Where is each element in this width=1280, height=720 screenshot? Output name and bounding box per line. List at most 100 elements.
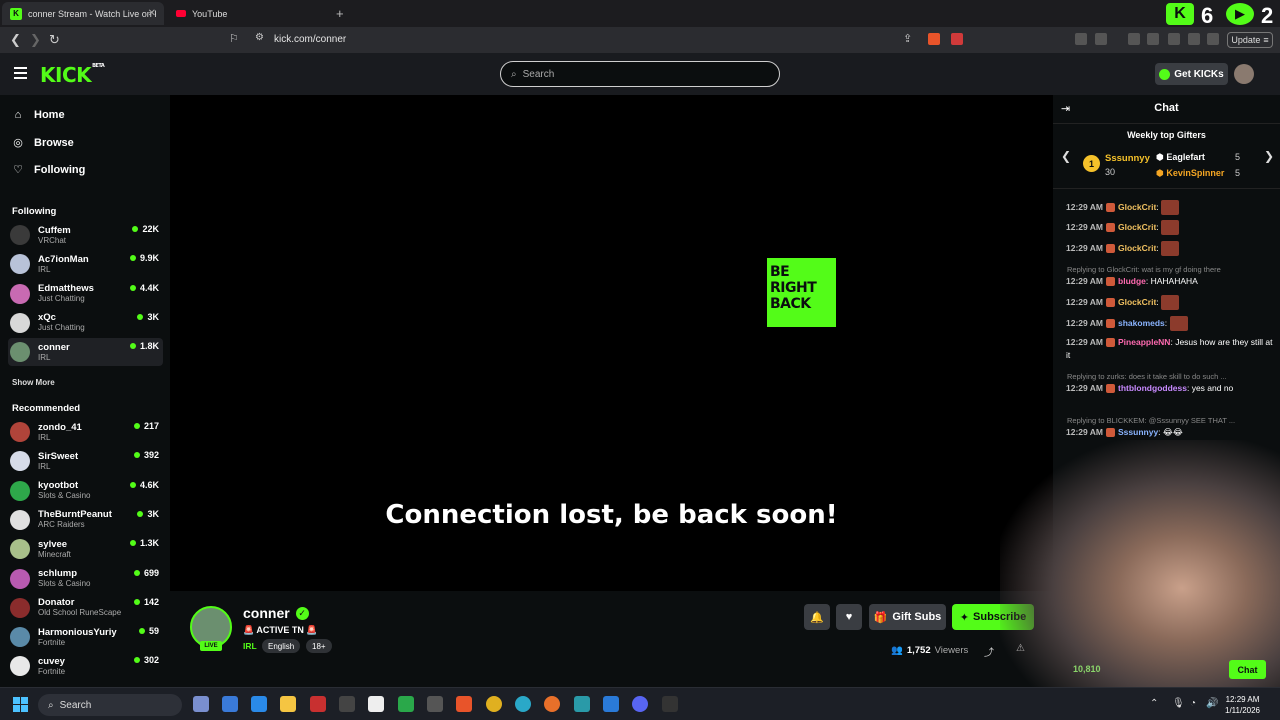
brave-shield-icon[interactable] bbox=[928, 33, 940, 45]
mic-icon[interactable]: 🎙 bbox=[1172, 698, 1185, 709]
vscode-icon[interactable] bbox=[603, 696, 619, 712]
forward-icon[interactable]: ❯ bbox=[30, 32, 41, 48]
video-player[interactable]: BE RIGHT BACK Connection lost, be back s… bbox=[170, 95, 1053, 591]
browser-tab-youtube[interactable]: YouTube bbox=[168, 2, 330, 25]
vpn-icon[interactable] bbox=[1207, 33, 1219, 45]
chat-username[interactable]: GlockCrit bbox=[1118, 222, 1156, 232]
app-icon[interactable] bbox=[574, 696, 590, 712]
edge-icon[interactable] bbox=[515, 696, 531, 712]
gift-subs-button[interactable]: 🎁 Gift Subs bbox=[869, 604, 946, 630]
chat-username[interactable]: thtblondgoddess bbox=[1118, 383, 1187, 393]
tray-chevron-icon[interactable]: ⌃ bbox=[1150, 698, 1158, 709]
wifi-icon[interactable]: ◔ bbox=[1190, 698, 1196, 709]
chat-message[interactable]: 12:29 AM Sssunnyy: 😂😂 bbox=[1066, 426, 1274, 439]
show-more-link[interactable]: Show More bbox=[12, 378, 55, 387]
chat-username[interactable]: Sssunnyy bbox=[1118, 427, 1158, 437]
taskbar-clock[interactable]: 12:29 AM 1/11/2026 bbox=[1225, 694, 1260, 716]
chat-username[interactable]: bludge bbox=[1118, 276, 1146, 286]
chat-message[interactable]: 12:29 AM shakomeds: bbox=[1066, 316, 1274, 331]
app-icon[interactable] bbox=[427, 696, 443, 712]
bookmark-icon[interactable]: ⚐ bbox=[229, 32, 239, 45]
app-icon[interactable] bbox=[222, 696, 238, 712]
chat-message[interactable]: 12:29 AM bludge: HAHAHAHA bbox=[1066, 275, 1274, 288]
chat-message[interactable]: 12:29 AM PineappleNN: Jesus how are they … bbox=[1066, 336, 1274, 362]
sidebar-nav-home[interactable]: ⌂ Home bbox=[12, 109, 65, 121]
chat-message[interactable]: 12:29 AM GlockCrit: bbox=[1066, 220, 1274, 235]
tag-language[interactable]: English bbox=[262, 639, 301, 653]
chat-send-button[interactable]: Chat bbox=[1229, 660, 1266, 679]
get-kicks-button[interactable]: Get KICKs bbox=[1155, 63, 1228, 85]
sidebar-nav-following[interactable]: ♡ Following bbox=[12, 163, 85, 177]
hamburger-menu-icon[interactable] bbox=[14, 67, 27, 82]
site-info-icon[interactable]: ⚙ bbox=[255, 32, 264, 43]
sidebar-channel-cuffem[interactable]: Cuffem VRChat 22K bbox=[8, 221, 163, 249]
sidebar-channel-edmatthews[interactable]: Edmatthews Just Chatting 4.4K bbox=[8, 280, 163, 308]
kick-logo[interactable]: KICKBETA bbox=[40, 63, 105, 87]
sidebar-nav-browse[interactable]: ◎ Browse bbox=[12, 136, 74, 150]
app-icon[interactable] bbox=[310, 696, 326, 712]
chat-username[interactable]: GlockCrit bbox=[1118, 243, 1156, 253]
extensions-icon[interactable] bbox=[1075, 33, 1087, 45]
browser-tab-kick[interactable]: K conner Stream - Watch Live on K ✕ bbox=[2, 2, 164, 25]
sidebar-channel-conner[interactable]: conner IRL 1.8K bbox=[8, 338, 163, 367]
app-icon[interactable] bbox=[193, 696, 209, 712]
gifter-name[interactable]: ⬢ KevinSpinner bbox=[1156, 168, 1224, 179]
user-avatar[interactable] bbox=[1234, 64, 1254, 84]
taskbar-search[interactable]: ⌕ Search bbox=[38, 694, 182, 716]
sidebar-channel-sylvee[interactable]: sylvee Minecraft 1.3K bbox=[8, 535, 163, 563]
chrome-icon[interactable] bbox=[486, 696, 502, 712]
app-icon[interactable] bbox=[662, 696, 678, 712]
discord-icon[interactable] bbox=[632, 696, 648, 712]
share-icon[interactable]: ⤴ bbox=[984, 644, 994, 659]
volume-icon[interactable]: 🔊 bbox=[1206, 698, 1218, 709]
chat-message[interactable]: 12:29 AM GlockCrit: bbox=[1066, 200, 1274, 215]
url-field[interactable]: kick.com/conner bbox=[274, 34, 346, 45]
sidebar-toggle-icon[interactable] bbox=[1147, 33, 1159, 45]
reload-icon[interactable]: ↻ bbox=[49, 32, 60, 48]
sidebar-channel-xqc[interactable]: xQc Just Chatting 3K bbox=[8, 309, 163, 337]
next-arrow-icon[interactable]: ❯ bbox=[1264, 149, 1274, 163]
streamer-name[interactable]: conner ✓ bbox=[243, 605, 309, 621]
search-input[interactable]: ⌕ Search bbox=[500, 61, 780, 87]
chat-message[interactable]: 12:29 AM GlockCrit: bbox=[1066, 295, 1274, 310]
firefox-icon[interactable] bbox=[544, 696, 560, 712]
file-explorer-icon[interactable] bbox=[280, 696, 296, 712]
windows-start-icon[interactable] bbox=[13, 697, 28, 712]
chat-message[interactable]: 12:29 AM thtblondgoddess: yes and no bbox=[1066, 382, 1274, 395]
new-tab-icon[interactable]: + bbox=[336, 6, 344, 21]
close-tab-icon[interactable]: ✕ bbox=[148, 8, 156, 19]
sidebar-channel-sirsweet[interactable]: SirSweet IRL 392 bbox=[8, 447, 163, 475]
chat-username[interactable]: shakomeds bbox=[1118, 318, 1165, 328]
brave-icon[interactable] bbox=[456, 696, 472, 712]
back-icon[interactable]: ❮ bbox=[10, 32, 21, 48]
sidebar-channel-zondo_41[interactable]: zondo_41 IRL 217 bbox=[8, 418, 163, 446]
app-icon[interactable] bbox=[398, 696, 414, 712]
sidebar-channel-kyootbot[interactable]: kyootbot Slots & Casino 4.6K bbox=[8, 477, 163, 505]
gifter-name[interactable]: ⬢ Eaglefart bbox=[1156, 152, 1205, 163]
chat-message[interactable]: 12:29 AM GlockCrit: bbox=[1066, 241, 1274, 256]
sidebar-channel-donator[interactable]: Donator Old School RuneScape 142 bbox=[8, 594, 163, 622]
sidebar-channel-cuvey[interactable]: cuvey Fortnite 302 bbox=[8, 652, 163, 680]
sidebar-channel-ac7ionman[interactable]: Ac7ionMan IRL 9.9K bbox=[8, 250, 163, 278]
update-button[interactable]: Update ≡ bbox=[1227, 32, 1273, 48]
notification-bell-button[interactable]: 🔔 bbox=[804, 604, 830, 630]
app-icon[interactable] bbox=[339, 696, 355, 712]
screenshot-icon[interactable] bbox=[1095, 33, 1107, 45]
app-icon[interactable] bbox=[251, 696, 267, 712]
prev-arrow-icon[interactable]: ❮ bbox=[1061, 149, 1071, 163]
sidebar-channel-schlump[interactable]: schlump Slots & Casino 699 bbox=[8, 565, 163, 593]
stream-category[interactable]: IRL bbox=[243, 641, 257, 651]
share-icon[interactable]: ⇪ bbox=[903, 32, 912, 45]
media-icon[interactable] bbox=[1128, 33, 1140, 45]
app-icon[interactable] bbox=[368, 696, 384, 712]
chat-username[interactable]: GlockCrit bbox=[1118, 202, 1156, 212]
sidebar-channel-harmoniousyuriy[interactable]: HarmoniousYuriy Fortnite 59 bbox=[8, 623, 163, 651]
sidebar-channel-theburntpeanut[interactable]: TheBurntPeanut ARC Raiders 3K bbox=[8, 506, 163, 534]
follow-button[interactable]: ♥ bbox=[836, 604, 862, 630]
tag-rating[interactable]: 18+ bbox=[306, 639, 332, 653]
gifter-name[interactable]: Sssunnyy bbox=[1105, 153, 1150, 164]
rewards-icon[interactable] bbox=[951, 33, 963, 45]
leo-icon[interactable] bbox=[1188, 33, 1200, 45]
wallet-icon[interactable] bbox=[1168, 33, 1180, 45]
chat-username[interactable]: GlockCrit bbox=[1118, 297, 1156, 307]
